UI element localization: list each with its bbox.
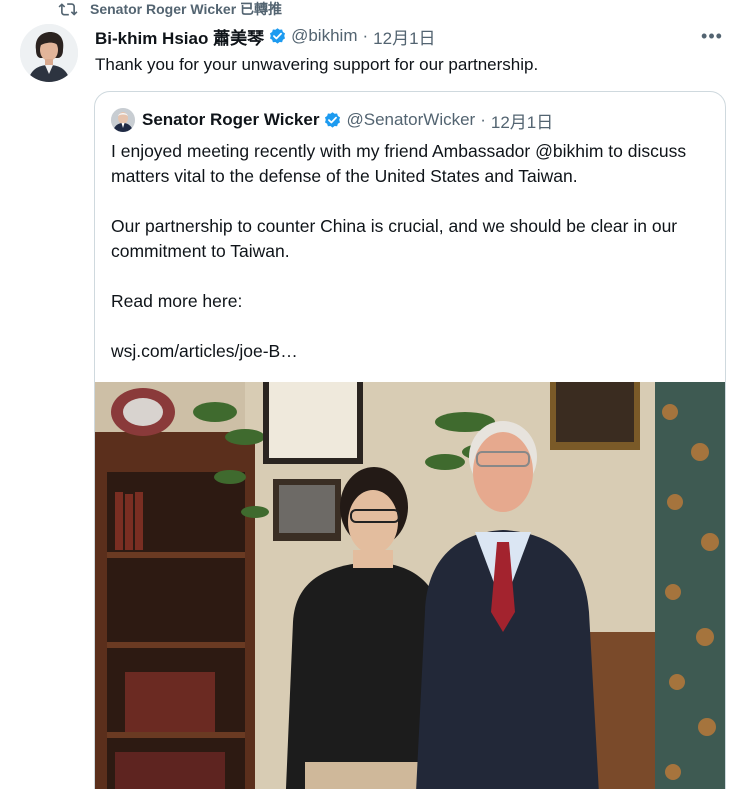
retweet-icon [58,3,78,16]
quoted-tweet-date: 12月1日 [490,112,554,132]
quoted-tweet-header: Senator Roger Wicker @SenatorWicker · 12… [111,108,553,132]
quoted-author-avatar [111,108,135,132]
retweet-indicator[interactable]: Senator Roger Wicker 已轉推 [58,0,282,18]
quoted-paragraph: I enjoyed meeting recently with my frien… [111,141,687,186]
tweet-date[interactable]: 12月1日 [373,24,435,49]
quoted-tweet[interactable]: Senator Roger Wicker @SenatorWicker · 12… [94,91,726,789]
verified-badge-icon [325,111,341,128]
tweet-header: Bi-khim Hsiao 蕭美琴 @bikhim · 12月1日 ••• [95,24,728,48]
author-name[interactable]: Bi-khim Hsiao 蕭美琴 [95,24,264,49]
more-options-icon[interactable]: ••• [700,24,724,48]
quoted-author-handle: @SenatorWicker [346,110,476,129]
quoted-tweet-photo[interactable] [95,382,726,789]
separator-dot: · [362,26,369,45]
verified-badge-icon [270,27,286,44]
quoted-paragraph: Our partnership to counter China is cruc… [111,216,678,261]
quoted-author-avatar-image [111,108,135,132]
author-avatar-image [20,24,78,82]
author-handle[interactable]: @bikhim [291,26,357,46]
tweet-text: Thank you for your unwavering support fo… [95,55,539,74]
quoted-author-name: Senator Roger Wicker [142,110,320,129]
quoted-paragraph: Read more here: [111,291,243,311]
quoted-tweet-text: I enjoyed meeting recently with my frien… [111,139,711,364]
retweet-label: Senator Roger Wicker 已轉推 [90,1,283,17]
author-avatar[interactable] [20,24,78,82]
separator-dot: · [480,110,486,129]
quoted-link[interactable]: wsj.com/articles/joe-B… [111,339,711,364]
